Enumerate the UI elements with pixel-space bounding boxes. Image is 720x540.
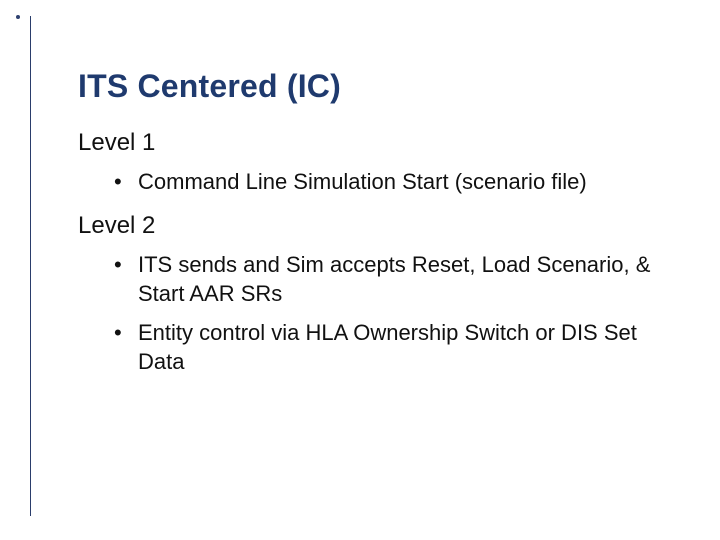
bullet-list-level-2: ITS sends and Sim accepts Reset, Load Sc… <box>114 250 680 376</box>
slide: ITS Centered (IC) Level 1 Command Line S… <box>0 0 720 540</box>
slide-content: ITS Centered (IC) Level 1 Command Line S… <box>78 68 680 392</box>
list-item: ITS sends and Sim accepts Reset, Load Sc… <box>114 250 680 308</box>
decorative-dot <box>16 15 20 19</box>
vertical-rule <box>30 16 31 516</box>
list-item: Entity control via HLA Ownership Switch … <box>114 318 680 376</box>
bullet-list-level-1: Command Line Simulation Start (scenario … <box>114 167 680 196</box>
slide-title: ITS Centered (IC) <box>78 68 680 105</box>
section-heading-level-2: Level 2 <box>78 212 680 240</box>
section-heading-level-1: Level 1 <box>78 129 680 157</box>
list-item: Command Line Simulation Start (scenario … <box>114 167 680 196</box>
